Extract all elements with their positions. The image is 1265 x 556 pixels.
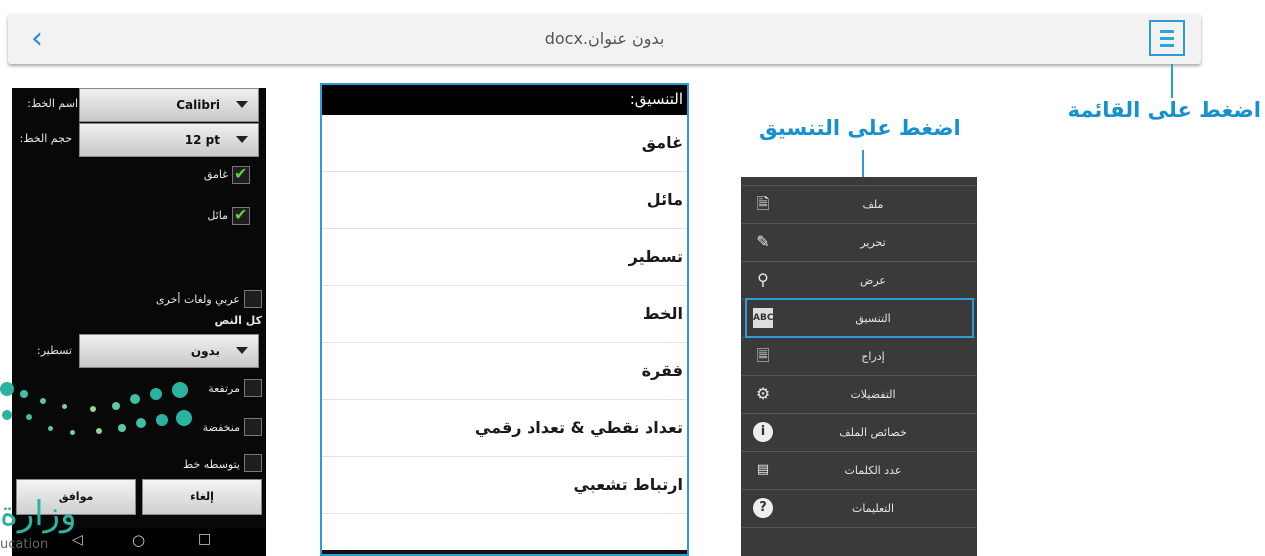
- font-name-label: اسم الخط:: [27, 97, 78, 110]
- gear-icon: ⚙: [755, 384, 771, 403]
- format-item-italic[interactable]: مائل: [322, 172, 687, 229]
- main-menu-panel: 🗎 ملف ✎ تحرير ⚲ عرض ABC التنسيق 🗏 إدراج …: [741, 177, 977, 556]
- font-name-value: Calibri: [176, 98, 220, 112]
- logo-text: وزارة: [0, 494, 77, 534]
- font-size-label: حجم الخط:: [19, 132, 72, 145]
- strikethrough-checkbox[interactable]: [244, 454, 262, 472]
- menu-bottom-divider: [741, 527, 977, 528]
- italic-label: مائل: [207, 209, 228, 222]
- underline-dropdown[interactable]: بدون: [79, 334, 259, 368]
- menu-item-label: ملف: [862, 198, 884, 211]
- menu-callout-line: [1171, 64, 1173, 98]
- menu-item-word-count[interactable]: ▤ عدد الكلمات: [741, 451, 977, 489]
- menu-item-preferences[interactable]: ⚙ التفضيلات: [741, 375, 977, 413]
- section-label: كل النص: [214, 314, 262, 327]
- arabic-label: عربي ولغات أخرى: [155, 293, 240, 306]
- format-item-paragraph[interactable]: فقرة: [322, 343, 687, 400]
- arabic-checkbox[interactable]: [244, 290, 262, 308]
- menu-item-label: التعليمات: [851, 502, 895, 515]
- search-icon: ⚲: [757, 270, 769, 289]
- insert-icon: 🗏: [756, 346, 770, 365]
- menu-item-label: تحرير: [860, 236, 886, 249]
- dropdown-arrow-icon: [236, 347, 248, 354]
- dropdown-arrow-icon: [236, 101, 248, 108]
- menu-item-label: إدراج: [861, 350, 885, 363]
- font-name-dropdown[interactable]: Calibri: [79, 88, 259, 122]
- file-icon: 🗎: [756, 194, 770, 213]
- pencil-icon: ✎: [756, 232, 770, 251]
- panel-bottom-bar: [322, 550, 687, 554]
- menu-item-label: خصائص الملف: [839, 426, 907, 439]
- menu-item-help[interactable]: ? التعليمات: [741, 489, 977, 527]
- format-callout-text: اضغط على التنسيق: [759, 116, 961, 140]
- superscript-checkbox[interactable]: [244, 379, 262, 397]
- info-icon: i: [753, 422, 773, 442]
- format-item-bold[interactable]: غامق: [322, 115, 687, 172]
- menu-item-label: عرض: [860, 274, 886, 287]
- chevron-left-icon[interactable]: ‹: [22, 24, 52, 54]
- format-item-hyperlink[interactable]: ارتباط تشعبي: [322, 457, 687, 514]
- dropdown-arrow-icon: [236, 136, 248, 143]
- menu-item-file[interactable]: 🗎 ملف: [741, 185, 977, 223]
- font-size-dropdown[interactable]: 12 pt: [79, 123, 259, 157]
- underline-label: تسطير:: [37, 344, 72, 357]
- format-item-underline[interactable]: تسطير: [322, 229, 687, 286]
- bold-checkbox[interactable]: [232, 164, 250, 184]
- document-title: بدون عنوان.docx: [544, 29, 665, 48]
- app-top-bar: بدون عنوان.docx ‹: [8, 14, 1201, 64]
- bold-label: غامق: [203, 168, 228, 181]
- italic-checkbox[interactable]: [232, 205, 250, 225]
- menu-callout-text: اضغط على القائمة: [1067, 98, 1261, 122]
- format-item-bullets-numbering[interactable]: تعداد نقطي & تعداد رقمي: [322, 400, 687, 457]
- format-menu-highlight: [745, 298, 974, 338]
- help-icon: ?: [753, 498, 773, 518]
- menu-item-label: عدد الكلمات: [844, 464, 902, 477]
- format-item-font[interactable]: الخط: [322, 286, 687, 343]
- hamburger-menu-icon[interactable]: [1149, 20, 1185, 56]
- menu-item-view[interactable]: ⚲ عرض: [741, 261, 977, 299]
- format-panel-header: التنسيق:: [322, 85, 687, 115]
- font-size-value: 12 pt: [184, 133, 220, 147]
- menu-item-edit[interactable]: ✎ تحرير: [741, 223, 977, 261]
- subscript-checkbox[interactable]: [244, 418, 262, 436]
- underline-value: بدون: [190, 344, 220, 358]
- format-options-panel: التنسيق: غامق مائل تسطير الخط فقرة تعداد…: [320, 83, 689, 556]
- menu-item-insert[interactable]: 🗏 إدراج: [741, 337, 977, 375]
- menu-item-label: التفضيلات: [850, 388, 896, 401]
- word-count-icon: ▤: [756, 462, 770, 477]
- logo-subtext: ucation: [0, 537, 49, 552]
- menu-item-file-properties[interactable]: i خصائص الملف: [741, 413, 977, 451]
